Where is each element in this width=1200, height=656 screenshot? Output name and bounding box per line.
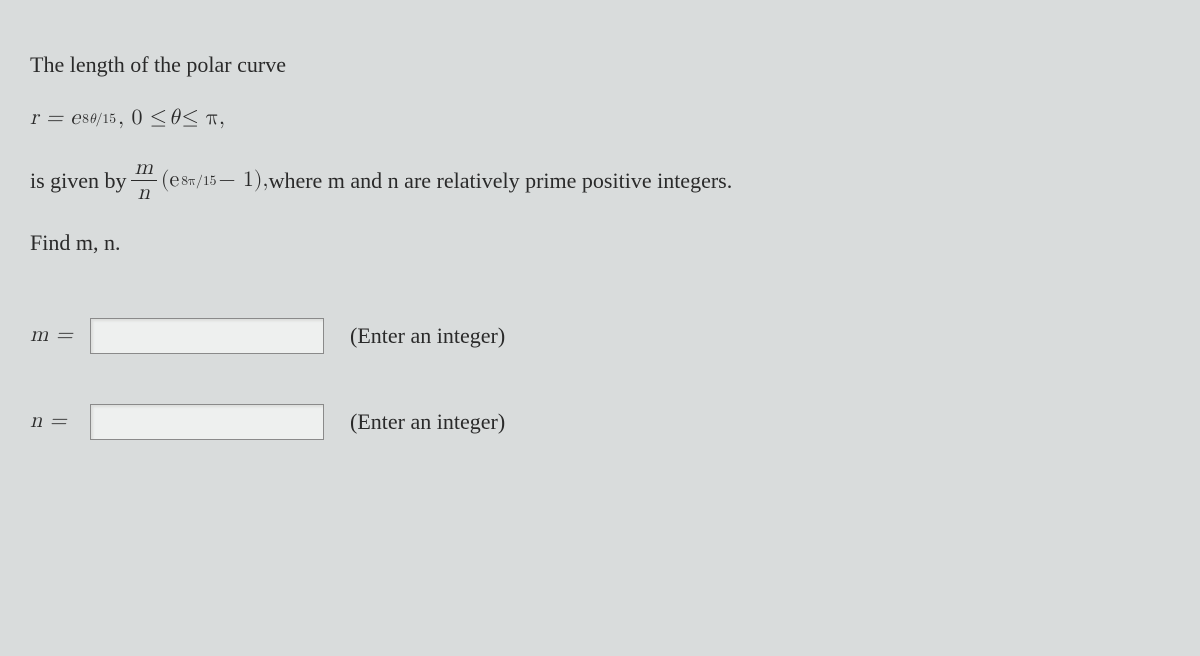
input-m[interactable]: [90, 318, 324, 354]
hint-n: (Enter an integer): [350, 407, 505, 437]
range-pre: , 0 ≤: [118, 104, 167, 134]
given-post: where m and n are relatively prime posit…: [269, 166, 733, 196]
paren-open: (e: [161, 166, 179, 196]
answers-block: m = (Enter an integer) n = (Enter an int…: [30, 318, 1170, 440]
curve-equation: r = e8θ/15, 0 ≤ θ ≤ π,: [30, 104, 1170, 134]
r-equals-e: r = e: [30, 104, 80, 134]
paren-close: − 1),: [218, 166, 268, 196]
exp1-theta: θ: [89, 112, 96, 126]
label-n: n =: [30, 407, 90, 437]
intro-span: The length of the polar curve: [30, 50, 286, 80]
frac-num: m: [131, 157, 157, 181]
hint-m: (Enter an integer): [350, 321, 505, 351]
answer-row-m: m = (Enter an integer): [30, 318, 1170, 354]
fraction-m-over-n: m n: [131, 157, 157, 204]
exp1-b: /15: [96, 112, 116, 126]
exp1-a: 8: [82, 112, 89, 126]
range-post: ≤ π,: [182, 104, 225, 134]
label-m: m =: [30, 321, 90, 351]
answer-row-n: n = (Enter an integer): [30, 404, 1170, 440]
paren-term: (e8π/15 − 1),: [161, 166, 269, 196]
given-by-line: is given by m n (e8π/15 − 1), where m an…: [30, 157, 1170, 204]
find-line: Find m, n.: [30, 228, 1170, 258]
given-pre: is given by: [30, 166, 127, 196]
intro-text: The length of the polar curve: [30, 50, 1170, 80]
problem-page: The length of the polar curve r = e8θ/15…: [0, 0, 1200, 440]
equation-text: r = e8θ/15, 0 ≤ θ ≤ π,: [30, 104, 225, 134]
input-n[interactable]: [90, 404, 324, 440]
theta2: θ: [169, 104, 180, 134]
frac-den: n: [134, 181, 154, 204]
find-text: Find m, n.: [30, 228, 120, 258]
